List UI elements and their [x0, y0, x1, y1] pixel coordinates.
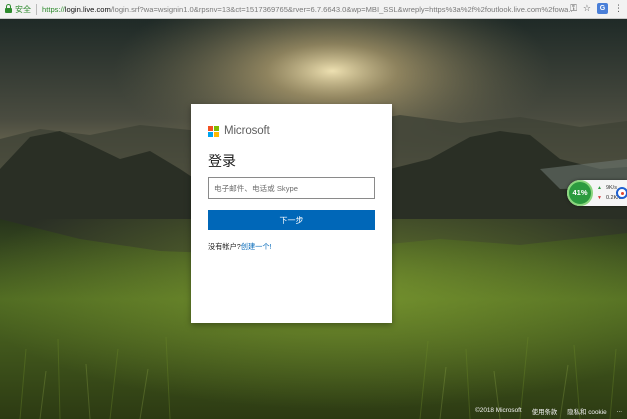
url-text[interactable]: https://login.live.com/login.srf?wa=wsig…: [42, 5, 572, 14]
upload-arrow-icon: ▲: [597, 185, 602, 191]
brand-name: Microsoft: [224, 125, 270, 137]
secure-label: 安全: [15, 4, 31, 14]
logo-yellow-square: [214, 131, 219, 137]
lock-icon: [5, 4, 12, 13]
divider: [36, 3, 37, 15]
download-arrow-icon: ▼: [597, 195, 602, 201]
copyright-text: ©2018 Microsoft: [475, 407, 522, 414]
windows-logo-icon: [208, 125, 219, 137]
translate-icon[interactable]: G: [597, 3, 608, 14]
more-options-icon[interactable]: ...: [617, 407, 622, 416]
no-account-row: 没有帐户?创建一个!: [208, 242, 272, 252]
star-icon[interactable]: ☆: [583, 3, 591, 14]
no-account-text: 没有帐户?: [208, 242, 241, 251]
url-path: /login.srf?wa=wsignin1.0&rpsnv=13&ct=151…: [110, 4, 572, 14]
logo-red-square: [208, 125, 213, 131]
address-bar-actions: ⚿ ☆ G ⋮: [570, 3, 623, 14]
logo-green-square: [214, 125, 219, 131]
privacy-link[interactable]: 隐私和 cookie: [567, 407, 606, 416]
logo-blue-square: [208, 131, 213, 137]
next-button[interactable]: 下一步: [208, 210, 375, 230]
footer: ©2018 Microsoft 使用条款 隐私和 cookie ...: [475, 407, 622, 416]
terms-link[interactable]: 使用条款: [532, 407, 558, 416]
page-title: 登录: [208, 153, 236, 169]
url-host: login.live.com: [64, 4, 111, 14]
login-card: Microsoft 登录 下一步 没有帐户?创建一个!: [191, 104, 392, 323]
url-scheme: https://: [42, 4, 65, 14]
microsoft-logo: Microsoft: [208, 125, 270, 137]
email-field[interactable]: [208, 177, 375, 199]
key-icon[interactable]: ⚿: [570, 3, 577, 14]
browser-address-bar[interactable]: 安全 https://login.live.com/login.srf?wa=w…: [0, 0, 627, 19]
speed-percent: 41%: [567, 180, 593, 206]
accelerate-icon[interactable]: [616, 187, 627, 199]
menu-icon[interactable]: ⋮: [614, 3, 623, 14]
create-account-link[interactable]: 创建一个!: [241, 242, 272, 251]
network-speed-widget[interactable]: 41% ▲ 9K/s ▼ 0.2K/s: [567, 180, 627, 206]
